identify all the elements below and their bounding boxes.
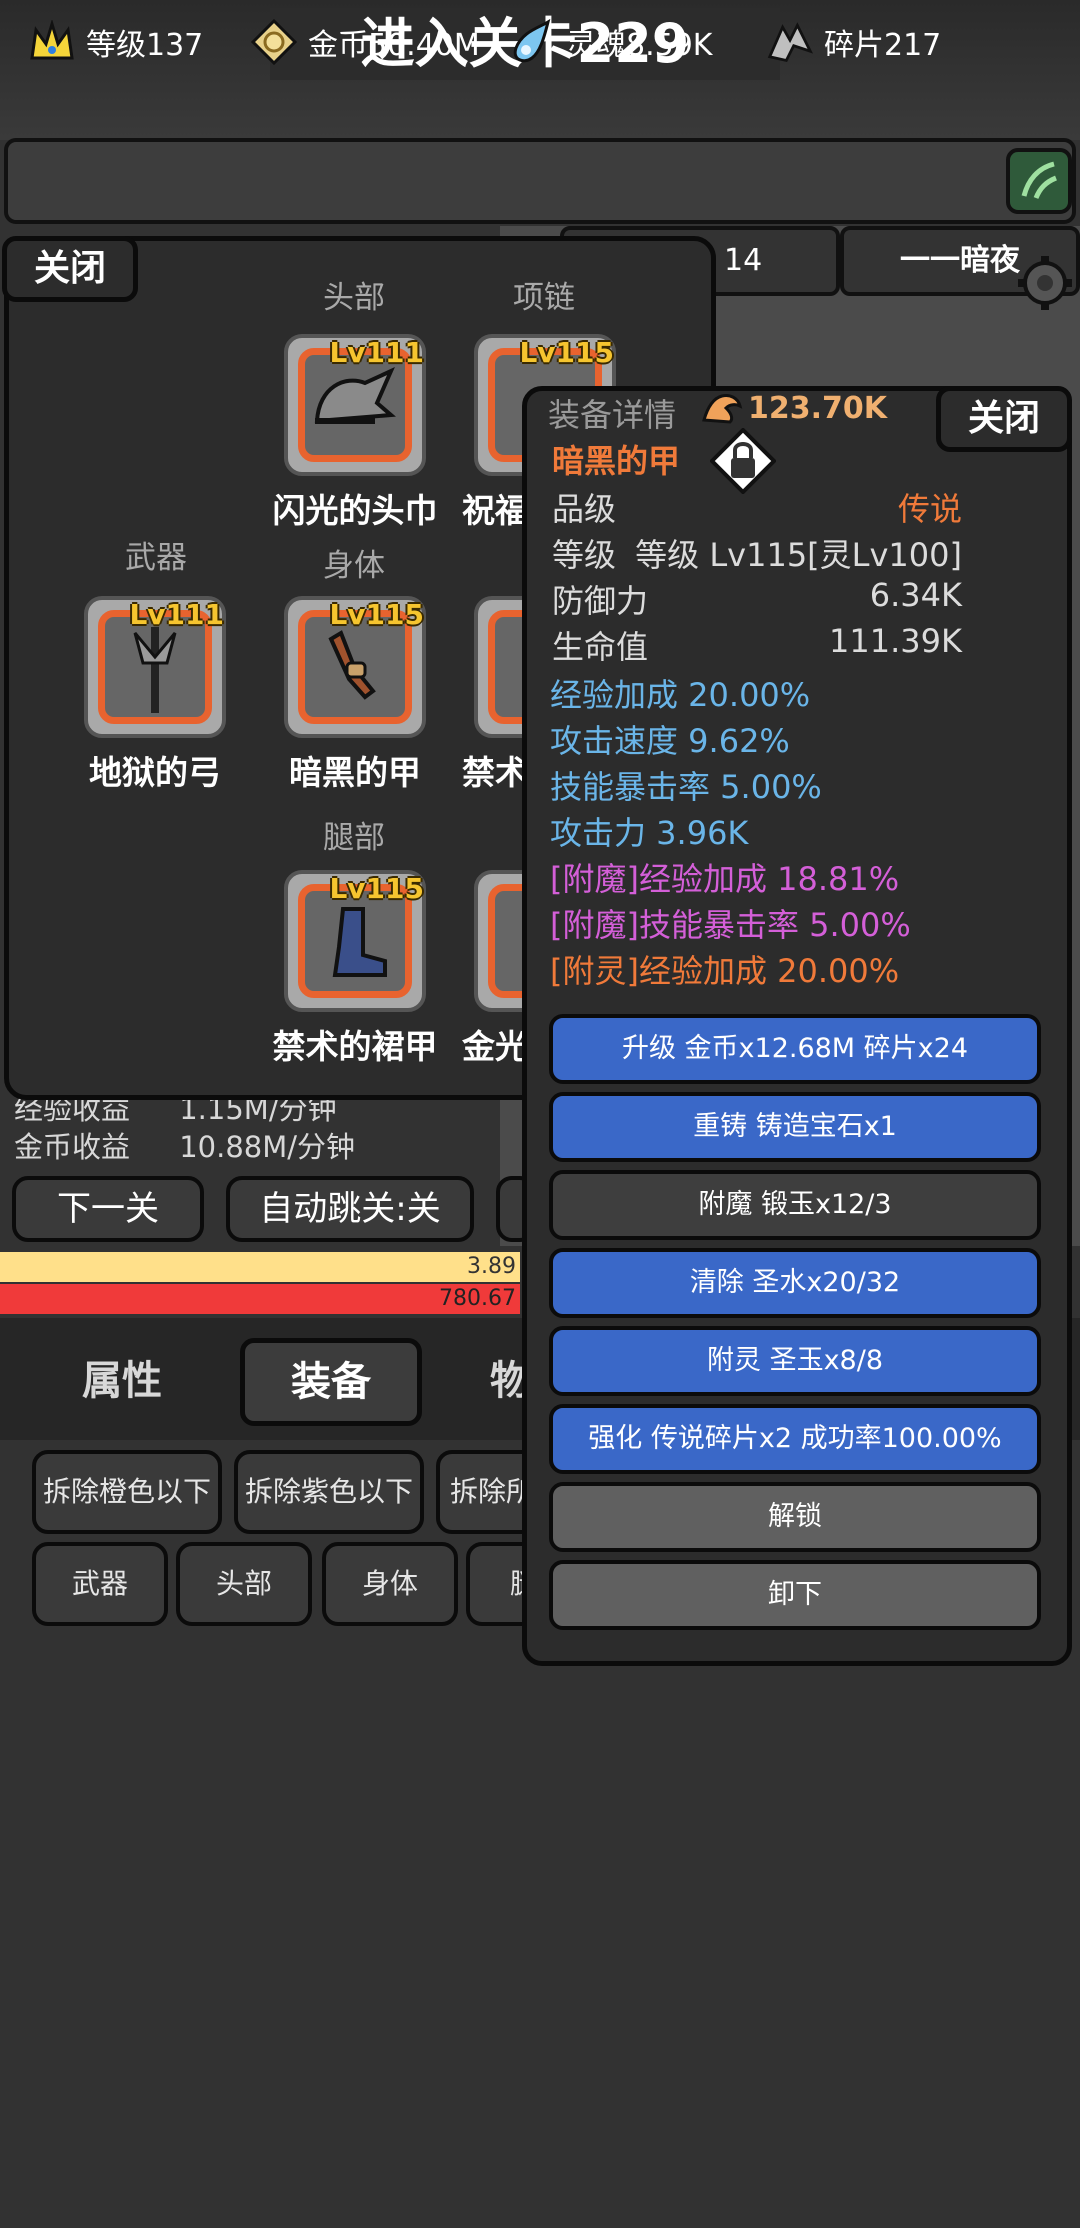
enhance-button[interactable]: 强化 传说碎片x2 成功率100.00% bbox=[549, 1404, 1041, 1474]
spirit-attach-button[interactable]: 附灵 圣玉x8/8 bbox=[549, 1326, 1041, 1396]
dismantle-below-purple-button[interactable]: 拆除紫色以下 bbox=[234, 1450, 424, 1534]
helmet-icon bbox=[314, 366, 396, 424]
bonus-line: 攻击速度 9.62% bbox=[550, 722, 790, 760]
gold-income-value: 10.88M/分钟 bbox=[179, 1130, 356, 1164]
filter-weapon-button[interactable]: 武器 bbox=[32, 1542, 168, 1626]
detail-item-name: 暗黑的甲 bbox=[552, 442, 681, 480]
level-label: 等级 bbox=[552, 536, 617, 574]
tab-equipment[interactable]: 装备 bbox=[240, 1338, 422, 1426]
soul-icon bbox=[508, 18, 556, 66]
defense-label: 防御力 bbox=[552, 582, 649, 620]
resource-level-text: 等级137 bbox=[86, 28, 204, 63]
equip-slot-weapon[interactable]: Lv111 bbox=[84, 596, 226, 738]
equip-slot-body[interactable]: Lv115 bbox=[284, 596, 426, 738]
equip-slot-head[interactable]: Lv111 bbox=[284, 334, 426, 476]
slot-level-body: Lv115 bbox=[329, 598, 424, 631]
slot-level-necklace: Lv115 bbox=[519, 336, 614, 369]
detail-close-button[interactable]: 关闭 bbox=[936, 386, 1072, 452]
slot-label-legs: 腿部 bbox=[323, 820, 385, 856]
quality-value: 传说 bbox=[897, 490, 962, 528]
reforge-button[interactable]: 重铸 铸造宝石x1 bbox=[549, 1092, 1041, 1162]
muscle-arm-icon bbox=[702, 394, 743, 424]
armor-icon bbox=[328, 630, 376, 700]
slot-level-legs: Lv115 bbox=[329, 872, 424, 905]
gold-income-label: 金币收益 bbox=[14, 1130, 131, 1164]
equip-panel-close-button[interactable]: 关闭 bbox=[2, 236, 138, 302]
enchant-button[interactable]: 附魔 锻玉x12/3 bbox=[549, 1170, 1041, 1240]
filter-head-button[interactable]: 头部 bbox=[176, 1542, 312, 1626]
gold-income-row: 金币收益 10.88M/分钟 bbox=[14, 1124, 355, 1166]
item-name-weapon: 地狱的弓 bbox=[89, 753, 221, 792]
boots-icon bbox=[332, 907, 387, 977]
bonus-line: 攻击力 3.96K bbox=[550, 814, 749, 852]
upgrade-button[interactable]: 升级 金币x12.68M 碎片x24 bbox=[549, 1014, 1041, 1084]
slot-level-head: Lv111 bbox=[329, 336, 424, 369]
resource-soul-text: 灵魂8.59K bbox=[566, 28, 713, 63]
resource-shard-text: 碎片217 bbox=[824, 28, 942, 63]
gold-coin-icon bbox=[250, 18, 298, 66]
item-name-body: 暗黑的甲 bbox=[289, 753, 421, 792]
resource-soul: 灵魂8.59K bbox=[508, 14, 712, 70]
filter-body-button[interactable]: 身体 bbox=[322, 1542, 458, 1626]
bow-weapon-icon bbox=[133, 627, 177, 713]
equip-slot-legs[interactable]: Lv115 bbox=[284, 870, 426, 1012]
slot-label-weapon: 武器 bbox=[125, 540, 187, 576]
hp-bar-value: 780.67 bbox=[439, 1286, 516, 1311]
power-value: 123.70K bbox=[748, 390, 888, 426]
unequip-button[interactable]: 卸下 bbox=[549, 1560, 1041, 1630]
shard-icon bbox=[766, 18, 814, 66]
resource-gold-text: 金币50.40M bbox=[308, 28, 480, 63]
next-stage-button[interactable]: 下一关 bbox=[12, 1176, 204, 1242]
enchant-line: [附魔]经验加成 18.81% bbox=[550, 860, 900, 898]
slot-level-weapon: Lv111 bbox=[129, 598, 224, 631]
slot-label-body: 身体 bbox=[323, 548, 385, 584]
level-value: 等级 Lv115[灵Lv100] bbox=[635, 536, 962, 574]
detail-title: 装备详情 bbox=[548, 396, 677, 434]
exp-progress-bar: 3.89 bbox=[0, 1252, 520, 1282]
slot-label-head: 头部 bbox=[323, 280, 385, 316]
exp-bar-value: 3.89 bbox=[467, 1254, 516, 1279]
resource-level: 等级137 bbox=[28, 14, 203, 70]
bonus-line: 技能暴击率 5.00% bbox=[550, 768, 822, 806]
tab-attributes[interactable]: 属性 bbox=[42, 1348, 202, 1414]
resource-shard: 碎片217 bbox=[766, 14, 941, 70]
resource-gold: 金币50.40M bbox=[250, 14, 480, 70]
unlock-button[interactable]: 解锁 bbox=[549, 1482, 1041, 1552]
lock-icon[interactable] bbox=[709, 427, 777, 495]
defense-value: 6.34K bbox=[869, 576, 962, 614]
hp-label: 生命值 bbox=[552, 628, 649, 666]
hp-progress-bar: 780.67 bbox=[0, 1284, 520, 1314]
leaf-menu-button[interactable] bbox=[1006, 148, 1072, 214]
leaf-icon bbox=[1021, 161, 1057, 199]
auto-skip-toggle[interactable]: 自动跳关:关 bbox=[226, 1176, 474, 1242]
crown-icon bbox=[28, 18, 76, 66]
enchant-line: [附魔]技能暴击率 5.00% bbox=[550, 906, 911, 944]
dismantle-below-orange-button[interactable]: 拆除橙色以下 bbox=[32, 1450, 222, 1534]
slot-label-necklace: 项链 bbox=[513, 280, 575, 316]
item-name-legs: 禁术的裙甲 bbox=[272, 1027, 438, 1066]
power-display: 123.70K bbox=[700, 388, 887, 428]
spirit-line: [附灵]经验加成 20.00% bbox=[550, 952, 900, 990]
gear-icon[interactable] bbox=[1014, 252, 1076, 314]
hp-value: 111.39K bbox=[829, 622, 962, 660]
resource-bar bbox=[4, 138, 1076, 224]
clear-button[interactable]: 清除 圣水x20/32 bbox=[549, 1248, 1041, 1318]
bonus-line: 经验加成 20.00% bbox=[550, 676, 811, 714]
quality-label: 品级 bbox=[552, 490, 617, 528]
item-name-head: 闪光的头巾 bbox=[272, 491, 438, 530]
